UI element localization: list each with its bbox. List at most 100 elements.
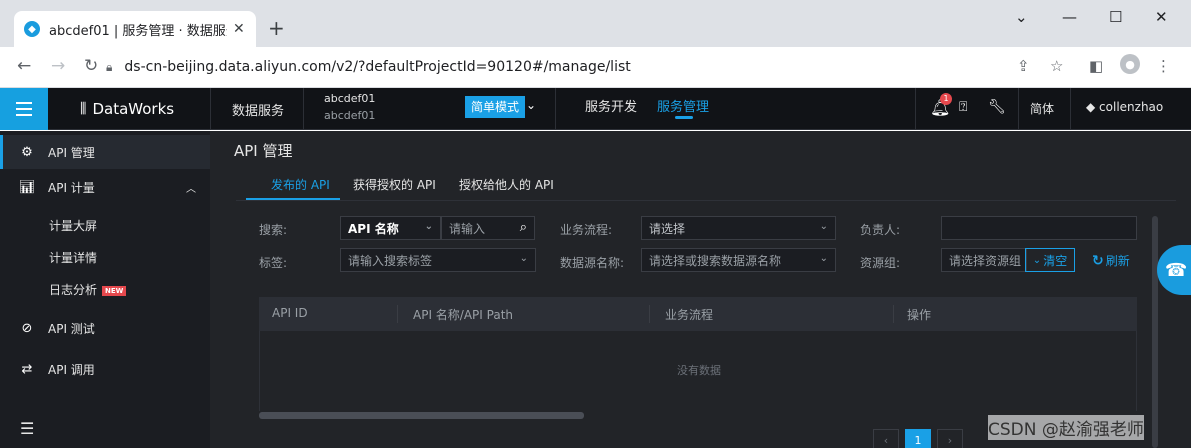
new-tab-icon[interactable]: + [268, 16, 285, 40]
sidebar: ⚙ API 管理 📊︎ API 计量 ︿ 计量大屏 计量详情 日志分析 NEW ⊘… [0, 131, 210, 448]
flow-select[interactable]: 请选择 ⌄ [641, 216, 836, 240]
sidebar-item-label: API 计量 [48, 180, 95, 195]
group-select[interactable]: 请选择资源组 [941, 248, 1027, 272]
tab-published-api[interactable]: 发布的 API [271, 176, 330, 193]
refresh-button[interactable]: ↻ 刷新 [1092, 252, 1130, 269]
owner-label: 负责人: [860, 223, 901, 237]
refresh-label: 刷新 [1105, 254, 1130, 268]
lock-icon: 🔒︎ [106, 59, 113, 74]
vertical-scrollbar[interactable] [1152, 216, 1158, 448]
watermark: CSDN @赵渝强老师 [988, 415, 1144, 440]
url-text: ds-cn-beijing.data.aliyun.com/v2/?defaul… [124, 59, 631, 75]
forward-icon[interactable]: → [51, 56, 65, 76]
brand[interactable]: ⫼ DataWorks [80, 100, 174, 118]
tab-divider [236, 200, 1176, 201]
sidebar-item-api-metering[interactable]: 📊︎ API 计量 ︿ [0, 170, 210, 204]
sidebar-item-label: API 管理 [48, 145, 95, 160]
column-header-actions: 操作 [907, 308, 932, 322]
main-content: API 管理 发布的 API 获得授权的 API 授权给他人的 API 搜索: … [210, 131, 1191, 448]
owner-input[interactable] [941, 216, 1137, 240]
section-title: 数据服务 [232, 104, 285, 119]
search-input[interactable]: 请输入 ⌕ [441, 216, 535, 240]
check-circle-icon: ⊘ [21, 320, 33, 336]
search-icon[interactable]: ⌕ [520, 220, 527, 235]
column-divider [893, 305, 894, 323]
active-tab-indicator [246, 198, 340, 200]
clear-label: 清空 [1043, 253, 1068, 268]
datasource-placeholder: 请选择或搜索数据源名称 [649, 253, 782, 268]
chevron-up-icon[interactable]: ︿ [186, 180, 196, 195]
tab-close-icon[interactable]: ✕ [233, 21, 245, 37]
sidebar-item-api-test[interactable]: ⊘ API 测试 [0, 311, 210, 345]
active-nav-indicator [675, 116, 693, 119]
maximize-icon[interactable]: ☐ [1109, 8, 1122, 26]
browser-menu-icon[interactable]: ⋮ [1156, 57, 1171, 75]
nav-service-manage[interactable]: 服务管理 [657, 96, 709, 115]
sidepanel-icon[interactable]: ◧ [1089, 57, 1103, 75]
tab-authorized-api[interactable]: 获得授权的 API [353, 176, 436, 193]
tag-label: 标签: [259, 256, 288, 270]
collapse-menu-icon[interactable]: ☰ [20, 419, 34, 438]
tab-granted-api[interactable]: 授权给他人的 API [459, 176, 554, 193]
column-header-api-id[interactable]: API ID [272, 306, 308, 320]
app-root: ◆ abcdef01 | 服务管理 · 数据服务 ✕ + ⌄ — ☐ ✕ ← →… [0, 0, 1191, 448]
wrench-icon[interactable]: 🔧︎ [988, 99, 1006, 115]
prev-page-button[interactable]: ‹ [873, 429, 899, 448]
mode-select-button[interactable]: 简单模式 [465, 96, 526, 118]
browser-tab[interactable]: ◆ abcdef01 | 服务管理 · 数据服务 ✕ [14, 11, 256, 47]
sidebar-subitem-log-analysis[interactable]: 日志分析 NEW [49, 281, 127, 298]
language-switch[interactable]: 简体 [1030, 100, 1054, 117]
refresh-icon: ↻ [1092, 253, 1104, 269]
tag-placeholder: 请输入搜索标签 [348, 253, 433, 268]
address-bar: ← → ↻ 🔒︎ ds-cn-beijing.data.aliyun.com/v… [0, 47, 1191, 88]
datasource-select[interactable]: 请选择或搜索数据源名称 ⌄ [641, 248, 836, 272]
chevron-down-icon: ⌄ [819, 253, 828, 264]
clear-button[interactable]: ⌄ 清空 [1025, 248, 1075, 272]
column-divider [397, 305, 398, 323]
bar-chart-icon: 📊︎ [18, 179, 36, 195]
column-header-flow[interactable]: 业务流程 [665, 306, 713, 323]
share-icon[interactable]: ⇪ [1017, 57, 1030, 75]
help-icon[interactable]: ⍰ [959, 99, 967, 115]
sidebar-subitem-metering-screen[interactable]: 计量大屏 [49, 217, 97, 234]
notification-badge: 1 [940, 93, 952, 105]
reload-icon[interactable]: ↻ [84, 56, 98, 76]
flow-label: 业务流程: [560, 223, 613, 237]
divider [1018, 88, 1019, 130]
tag-select[interactable]: 请输入搜索标签 ⌄ [340, 248, 536, 272]
sidebar-item-api-call[interactable]: ⇄ API 调用 [0, 352, 210, 386]
close-window-icon[interactable]: ✕ [1155, 8, 1168, 26]
next-page-button[interactable]: › [937, 429, 963, 448]
search-label: 搜索: [259, 223, 288, 237]
workspace-name[interactable]: abcdef01 [324, 92, 375, 105]
workspace-id: abcdef01 [324, 109, 376, 122]
group-placeholder: 请选择资源组 [949, 253, 1022, 268]
search-type-select[interactable]: API 名称 ⌄ [340, 216, 441, 240]
main-menu-button[interactable] [0, 88, 48, 130]
datasource-label: 数据源名称: [560, 256, 625, 270]
chevron-down-icon[interactable]: ⌄ [526, 98, 536, 112]
tab-search-chevron-icon[interactable]: ⌄ [1015, 8, 1028, 26]
sidebar-item-api-manage[interactable]: ⚙ API 管理 [0, 135, 210, 169]
profile-avatar-icon[interactable]: ● [1120, 54, 1140, 74]
sidebar-subitem-metering-detail[interactable]: 计量详情 [49, 249, 97, 266]
bookmark-star-icon[interactable]: ☆ [1050, 57, 1063, 75]
user-menu[interactable]: ◆ collenzhao [1086, 100, 1163, 114]
divider [303, 88, 304, 130]
pagination: ‹ 1 › [873, 429, 963, 448]
back-icon[interactable]: ← [17, 56, 31, 76]
column-header-api-name[interactable]: API 名称/API Path [413, 306, 513, 323]
nav-service-dev[interactable]: 服务开发 [585, 96, 637, 115]
page-button-current[interactable]: 1 [905, 429, 931, 448]
dataworks-logo-icon: ⫼ [80, 101, 87, 117]
minimize-icon[interactable]: — [1062, 8, 1077, 26]
url-field[interactable]: 🔒︎ ds-cn-beijing.data.aliyun.com/v2/?def… [106, 52, 996, 82]
help-bubble-icon: ☎︎ [1165, 259, 1188, 281]
horizontal-scrollbar[interactable] [259, 412, 584, 419]
divider [210, 88, 211, 130]
user-name: collenzhao [1099, 100, 1164, 114]
search-placeholder: 请输入 [449, 221, 486, 236]
group-label: 资源组: [860, 256, 901, 270]
user-avatar-icon: ◆ [1086, 100, 1100, 114]
table-body: 没有数据 [259, 331, 1137, 411]
